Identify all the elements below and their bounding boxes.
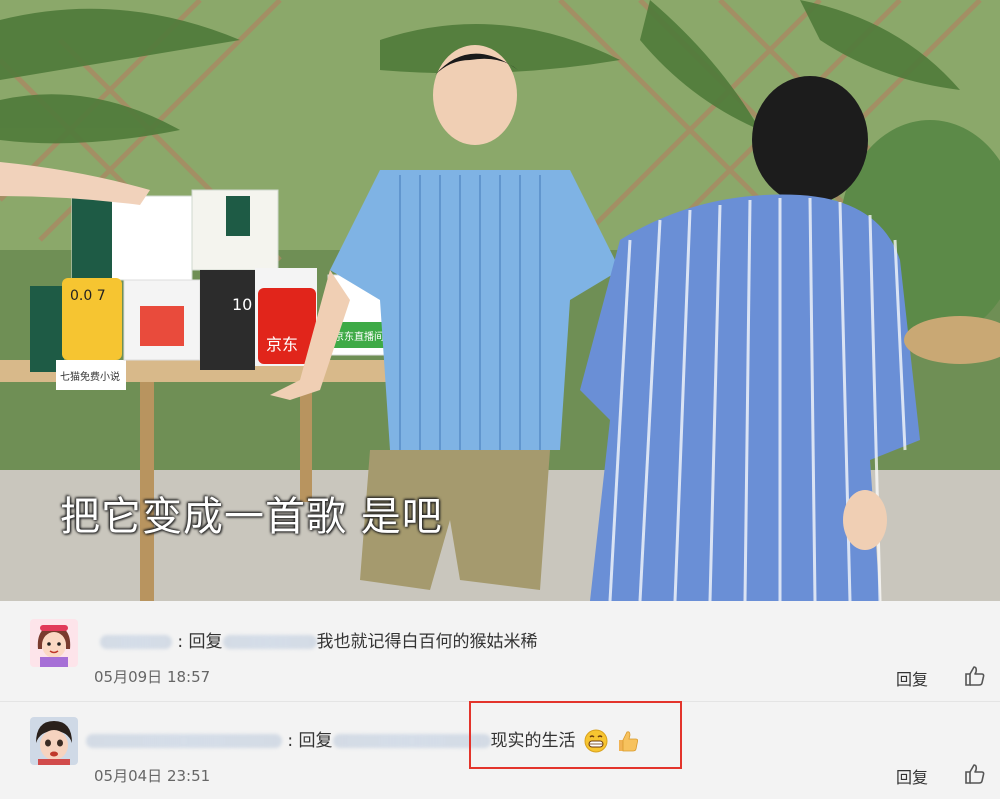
- svg-text:京东: 京东: [266, 335, 298, 354]
- reply-button[interactable]: 回复: [896, 764, 928, 788]
- thumbs-up-icon: [965, 666, 985, 686]
- highlight-box: [469, 701, 682, 769]
- like-button[interactable]: [964, 665, 986, 687]
- video-subtitle: 把它变成一首歌 是吧: [60, 494, 443, 540]
- comment-timestamp: 05月09日 18:57: [94, 668, 211, 686]
- thumbs-up-icon: [965, 764, 985, 784]
- box-logo-text: 0.0 7: [70, 288, 106, 304]
- mention-blurred[interactable]: [332, 734, 491, 748]
- comment-timestamp: 05月04日 23:51: [94, 767, 211, 785]
- mention-blurred[interactable]: [222, 635, 317, 649]
- like-button[interactable]: [964, 763, 986, 785]
- avatar-girl-image: [30, 619, 78, 667]
- svg-text:七猫免费小说: 七猫免费小说: [60, 370, 120, 383]
- username-blurred[interactable]: [86, 734, 282, 748]
- comment-text: 我也就记得白百何的猴姑米稀: [316, 632, 538, 652]
- avatar[interactable]: [30, 619, 78, 667]
- reply-prefix: 回复: [188, 632, 223, 652]
- reply-prefix: 回复: [298, 731, 333, 751]
- username-blurred[interactable]: [100, 635, 172, 649]
- avatar-child-image: [30, 717, 78, 765]
- comment-text-line: : 回复 我也就记得白百何的猴姑米稀: [100, 627, 538, 652]
- comment-list: : 回复 我也就记得白百何的猴姑米稀 05月09日 18:57 回复: 回复 …: [0, 601, 1000, 799]
- avatar[interactable]: [30, 717, 78, 765]
- svg-text:10: 10: [232, 295, 252, 314]
- reply-button[interactable]: 回复: [896, 666, 928, 690]
- comment-item: : 回复 我也就记得白百何的猴姑米稀 05月09日 18:57 回复: [0, 601, 1000, 702]
- svg-text:京东直播间: 京东直播间: [334, 330, 384, 343]
- video-still: 0.0 7 七猫免费小说 10 京东 京东直播间 把它变成一首歌 是吧: [0, 0, 1000, 601]
